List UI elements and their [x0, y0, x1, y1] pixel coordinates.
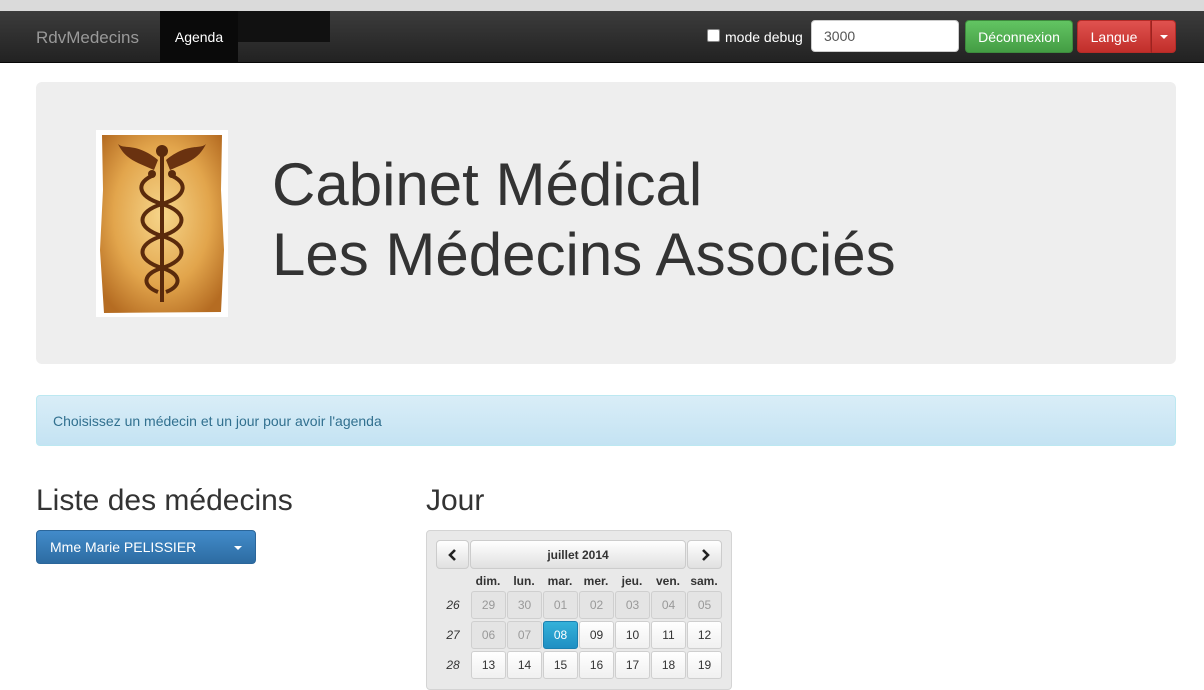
caduceus-logo	[96, 130, 228, 317]
debug-checkbox[interactable]	[707, 28, 720, 42]
datepicker: juillet 2014 dim. lun. mar. mer. jeu. ve…	[426, 530, 732, 690]
brand-link[interactable]: RdvMedecins	[36, 28, 139, 48]
week-number: 28	[446, 658, 460, 672]
delay-input[interactable]: 3000	[811, 20, 959, 52]
weekday-header: ven.	[655, 574, 680, 588]
nav-extra-item	[238, 11, 330, 42]
debug-toggle[interactable]: mode debug	[707, 27, 803, 47]
doctors-heading: Liste des médecins	[36, 484, 293, 517]
calendar-day[interactable]: 06	[471, 621, 506, 649]
calendar-day[interactable]: 02	[579, 591, 614, 619]
day-heading: Jour	[426, 484, 485, 517]
language-dropdown-toggle[interactable]	[1151, 20, 1176, 53]
logout-button[interactable]: Déconnexion	[965, 20, 1073, 53]
calendar-day[interactable]: 29	[471, 591, 506, 619]
weekday-header: jeu.	[621, 574, 643, 588]
calendar-day[interactable]: 12	[687, 621, 722, 649]
calendar-day[interactable]: 15	[543, 651, 578, 679]
week-number: 27	[446, 628, 460, 642]
weekday-header: sam.	[690, 574, 718, 588]
calendar-day[interactable]: 16	[579, 651, 614, 679]
prev-month-button[interactable]	[436, 540, 469, 569]
navbar: RdvMedecins Agenda mode debug 3000 Décon…	[0, 11, 1204, 63]
weekday-header: dim.	[475, 574, 501, 588]
browser-top-strip	[0, 0, 1204, 11]
weekday-header: lun.	[513, 574, 535, 588]
chevron-left-icon	[447, 548, 456, 561]
calendar-day[interactable]: 07	[507, 621, 542, 649]
calendar-day[interactable]: 10	[615, 621, 650, 649]
tab-agenda[interactable]: Agenda	[160, 11, 238, 62]
calendar-day[interactable]: 04	[651, 591, 686, 619]
calendar-day[interactable]: 18	[651, 651, 686, 679]
weekday-header: mar.	[547, 574, 573, 588]
calendar-day[interactable]: 11	[651, 621, 686, 649]
calendar-day[interactable]: 19	[687, 651, 722, 679]
info-alert: Choisissez un médecin et un jour pour av…	[36, 395, 1176, 446]
week-number: 26	[446, 598, 460, 612]
calendar-day[interactable]: 09	[579, 621, 614, 649]
calendar-day-selected[interactable]: 08	[543, 621, 578, 649]
title-line-1: Cabinet Médical	[272, 151, 703, 218]
chevron-right-icon	[701, 548, 710, 561]
calendar-day[interactable]: 30	[507, 591, 542, 619]
debug-label: mode debug	[725, 29, 803, 45]
calendar-day[interactable]: 17	[615, 651, 650, 679]
page-title: Cabinet Médical Les Médecins Associés	[272, 150, 896, 290]
language-button[interactable]: Langue	[1077, 20, 1151, 53]
weekday-header: mer.	[583, 574, 609, 588]
calendar-day[interactable]: 01	[543, 591, 578, 619]
jumbotron: Cabinet Médical Les Médecins Associés	[36, 82, 1176, 364]
calendar-day[interactable]: 03	[615, 591, 650, 619]
caret-down-icon	[1159, 34, 1168, 39]
title-line-2: Les Médecins Associés	[272, 221, 896, 288]
caret-down-icon	[234, 546, 242, 550]
calendar-day[interactable]: 14	[507, 651, 542, 679]
calendar-day[interactable]: 13	[471, 651, 506, 679]
next-month-button[interactable]	[687, 540, 722, 569]
doctor-select-value: Mme Marie PELISSIER	[50, 539, 197, 555]
month-title-button[interactable]: juillet 2014	[470, 540, 686, 569]
calendar-day[interactable]: 05	[687, 591, 722, 619]
doctor-select[interactable]: Mme Marie PELISSIER	[36, 530, 256, 564]
